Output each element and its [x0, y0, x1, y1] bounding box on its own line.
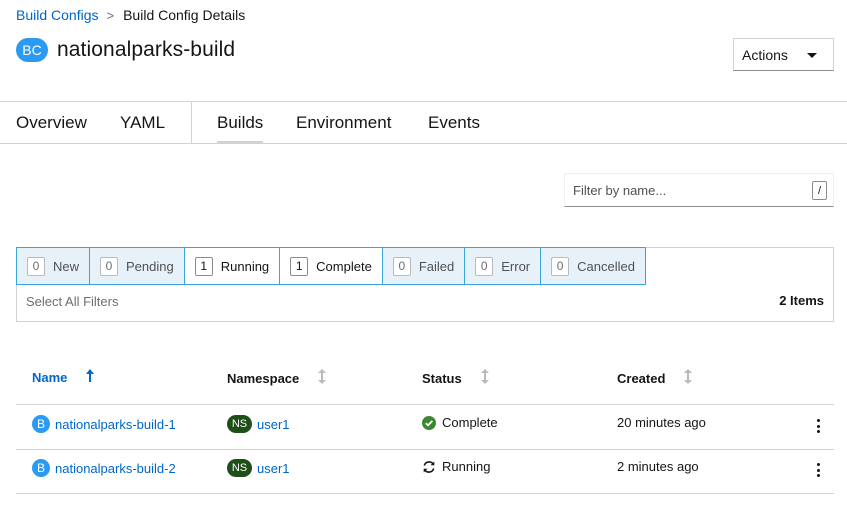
sync-icon — [422, 460, 436, 474]
column-header-label: Created — [617, 370, 666, 386]
status-cell: Complete — [422, 415, 498, 430]
column-header-name[interactable]: Name — [32, 369, 95, 385]
filter-count: 1 — [194, 256, 213, 276]
filter-count: 0 — [27, 256, 45, 276]
select-all-filters-link[interactable]: Select All Filters — [26, 294, 118, 309]
filter-label: Running — [220, 258, 270, 274]
build-badge: B — [32, 415, 50, 433]
page-header: BC nationalparks-build — [16, 38, 235, 62]
created-time: 2 minutes ago — [617, 459, 699, 474]
tab-yaml[interactable]: YAML — [120, 113, 165, 133]
namespace-cell: NS user1 — [227, 415, 290, 433]
namespace-cell: NS user1 — [227, 459, 290, 477]
status-text: Complete — [442, 415, 498, 430]
tab-divider — [191, 102, 192, 144]
build-badge: B — [32, 459, 50, 477]
page-title: nationalparks-build — [57, 38, 236, 61]
column-header-label: Status — [422, 370, 462, 386]
column-header-namespace[interactable]: Namespace — [227, 369, 327, 387]
sort-icon — [480, 369, 490, 387]
status-cell: Running — [422, 459, 490, 474]
namespace-badge: NS — [227, 459, 252, 477]
sort-icon — [683, 369, 693, 387]
filter-failed[interactable]: 0 Failed — [383, 248, 466, 284]
breadcrumb-build-configs-link[interactable]: Build Configs — [16, 7, 99, 23]
name-cell: B nationalparks-build-2 — [32, 459, 176, 477]
build-config-badge: BC — [16, 38, 48, 62]
filter-label: Failed — [418, 258, 455, 274]
created-time: 20 minutes ago — [617, 415, 706, 430]
filter-count: 0 — [100, 256, 119, 276]
keyboard-shortcut-hint: / — [812, 181, 827, 200]
column-header-created[interactable]: Created — [617, 369, 693, 387]
sort-icon — [317, 369, 327, 387]
filter-count: 0 — [392, 256, 411, 276]
filter-running[interactable]: 1 Running — [184, 248, 281, 284]
breadcrumb-separator: > — [106, 7, 115, 23]
filter-label: New — [53, 258, 80, 274]
filter-new[interactable]: 0 New — [17, 248, 91, 284]
row-actions-kebab-icon[interactable] — [814, 461, 822, 479]
actions-label: Actions — [742, 46, 788, 63]
filter-label: Cancelled — [577, 258, 635, 274]
build-name-link[interactable]: nationalparks-build-1 — [55, 417, 176, 432]
status-filter-group: 0 New 0 Pending 1 Running 1 Complete 0 F… — [16, 247, 646, 285]
namespace-link[interactable]: user1 — [257, 461, 290, 476]
column-header-label: Name — [32, 369, 68, 385]
build-name-link[interactable]: nationalparks-build-2 — [55, 461, 176, 476]
filter-label: Error — [501, 258, 531, 274]
check-circle-icon — [422, 415, 436, 430]
name-cell: B nationalparks-build-1 — [32, 415, 176, 433]
filter-count: 0 — [475, 256, 494, 276]
filter-label: Complete — [316, 258, 372, 274]
filter-count: 1 — [290, 256, 309, 276]
filter-error[interactable]: 0 Error — [465, 248, 542, 284]
caret-down-icon — [807, 53, 817, 58]
created-cell: 2 minutes ago — [617, 459, 699, 474]
filter-count: 0 — [551, 256, 570, 276]
filter-cancelled[interactable]: 0 Cancelled — [541, 248, 645, 284]
breadcrumb-current: Build Config Details — [123, 7, 246, 23]
actions-dropdown[interactable]: Actions — [733, 38, 834, 71]
created-cell: 20 minutes ago — [617, 415, 706, 430]
table-divider — [16, 449, 834, 450]
items-count: 2 Items — [779, 293, 824, 308]
status-text: Running — [442, 459, 491, 474]
namespace-link[interactable]: user1 — [257, 417, 290, 432]
filter-complete[interactable]: 1 Complete — [280, 248, 383, 284]
tab-overview[interactable]: Overview — [16, 113, 87, 133]
sort-ascending-icon — [85, 369, 95, 385]
filter-by-name-field: / — [564, 173, 834, 207]
column-header-status[interactable]: Status — [422, 369, 490, 387]
tab-bar: Overview YAML Builds Environment Events — [0, 101, 847, 144]
namespace-badge: NS — [227, 415, 252, 433]
filter-by-name-input[interactable] — [573, 182, 803, 198]
row-actions-kebab-icon[interactable] — [814, 417, 822, 435]
tab-environment[interactable]: Environment — [296, 113, 391, 133]
table-divider — [16, 493, 834, 494]
tab-events[interactable]: Events — [428, 113, 480, 133]
filter-pending[interactable]: 0 Pending — [90, 248, 185, 284]
tab-builds[interactable]: Builds — [217, 113, 264, 144]
column-header-label: Namespace — [227, 370, 300, 386]
row-filter-bar: 0 New 0 Pending 1 Running 1 Complete 0 F… — [16, 247, 834, 322]
filter-label: Pending — [126, 258, 174, 274]
breadcrumb: Build Configs > Build Config Details — [16, 7, 245, 23]
table-divider — [16, 404, 834, 405]
